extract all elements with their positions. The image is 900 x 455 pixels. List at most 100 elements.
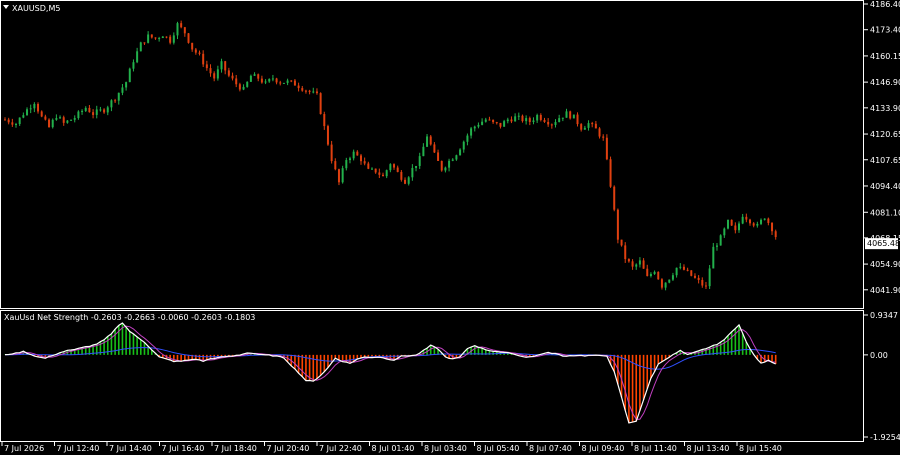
candle-body: [158, 38, 161, 40]
candle-body: [382, 174, 385, 177]
candle-body: [734, 225, 737, 231]
candle-body: [319, 93, 322, 115]
candle-body: [708, 268, 711, 287]
candle-body: [506, 119, 509, 122]
candle-body: [580, 124, 583, 130]
candle-body: [231, 75, 234, 79]
candle-body: [543, 119, 546, 122]
candle-body: [55, 118, 58, 120]
candle-body: [371, 168, 373, 170]
candle-body: [682, 266, 685, 270]
candle-body: [132, 62, 135, 69]
candle-body: [760, 219, 763, 224]
indicator-header: XauUsd Net Strength -0.2603 -0.2663 -0.0…: [4, 313, 255, 322]
candle-body: [488, 119, 491, 121]
candle-body: [51, 119, 54, 128]
candle-body: [624, 245, 627, 260]
candle-body: [304, 90, 307, 92]
time-tick-label: 8 Jul 13:40: [687, 444, 730, 453]
candle-body: [671, 275, 674, 280]
candle-body: [389, 164, 392, 171]
time-tick-label: 7 Jul 22:40: [319, 444, 362, 453]
candle-body: [594, 123, 597, 129]
candle-body: [715, 245, 718, 247]
candle-body: [539, 115, 542, 120]
candle-body: [4, 119, 6, 121]
time-tick-label: 8 Jul 15:40: [739, 444, 782, 453]
candle-body: [448, 160, 451, 168]
time-axis[interactable]: 7 Jul 2026 7 Jul 12:40 7 Jul 14:40 7 Jul 16…: [1, 442, 782, 453]
candle-body: [290, 80, 293, 82]
candle-body: [510, 119, 513, 122]
candle-body: [587, 123, 590, 128]
candle-body: [437, 152, 440, 161]
candle-body: [59, 117, 62, 119]
candle-body: [741, 216, 744, 224]
trading-chart[interactable]: 4186.40 4173.40 4160.15 4146.90 4133.90 4120.…: [0, 0, 900, 455]
candle-body: [70, 119, 73, 121]
candle-body: [202, 53, 205, 65]
price-tick-label: 4173.40: [870, 26, 900, 35]
candle-body: [514, 116, 517, 122]
time-tick-label: 8 Jul 05:40: [477, 444, 520, 453]
candle-body: [422, 146, 425, 157]
candle-body: [128, 68, 131, 83]
candle-body: [503, 121, 506, 127]
candle-body: [451, 159, 454, 161]
time-tick-label: 8 Jul 03:40: [424, 444, 467, 453]
candle-body: [763, 218, 766, 220]
candle-body: [455, 155, 458, 160]
symbol-menu-triangle-icon[interactable]: [3, 5, 9, 9]
candle-body: [745, 216, 748, 220]
candle-body: [48, 119, 51, 128]
candle-body: [554, 122, 557, 125]
candle-body: [11, 122, 14, 125]
candle-body: [110, 100, 113, 108]
candle-body: [642, 260, 645, 269]
price-pane-frame: [0, 0, 864, 309]
candle-body: [18, 117, 21, 124]
candle-body: [44, 116, 47, 120]
candle-body: [106, 107, 109, 113]
price-axis[interactable]: 4186.40 4173.40 4160.15 4146.90 4133.90 4120.…: [864, 0, 900, 295]
candle-body: [393, 164, 396, 168]
candle-body: [172, 35, 175, 43]
candle-body: [517, 115, 520, 117]
candle-body: [481, 121, 484, 125]
candle-body: [312, 91, 315, 93]
candle-body: [521, 115, 524, 122]
candle-body: [363, 161, 366, 164]
candle-body: [345, 160, 348, 169]
time-tick-label: 7 Jul 12:40: [57, 444, 100, 453]
indicator-tick-label: -1.9254: [870, 433, 900, 442]
candle-body: [664, 282, 667, 288]
candle-body: [242, 86, 245, 90]
candle-body: [660, 279, 663, 288]
time-tick-label: 7 Jul 2026: [4, 444, 44, 453]
candle-body: [216, 69, 219, 79]
candle-body: [576, 114, 579, 125]
candle-body: [224, 61, 227, 71]
candle-body: [176, 23, 179, 36]
candle-body: [466, 135, 469, 142]
symbol-header: XAUUSD,M5: [12, 4, 60, 13]
price-tick-label: 4186.40: [870, 0, 900, 9]
candle-body: [701, 279, 704, 286]
candle-body: [749, 219, 752, 224]
time-tick-label: 8 Jul 09:40: [582, 444, 625, 453]
candle-body: [209, 68, 212, 74]
candle-body: [547, 121, 550, 125]
candle-body: [525, 118, 528, 122]
candle-body: [605, 137, 608, 160]
candle-body: [631, 261, 634, 267]
candle-body: [99, 109, 102, 111]
candle-body: [235, 78, 238, 85]
time-tick-label: 8 Jul 11:40: [634, 444, 677, 453]
candle-body: [385, 170, 388, 177]
candle-body: [679, 266, 682, 268]
candle-body: [334, 161, 337, 170]
candle-body: [246, 81, 249, 87]
candle-body: [88, 107, 91, 113]
candle-body: [730, 219, 733, 226]
candle-body: [33, 103, 36, 109]
